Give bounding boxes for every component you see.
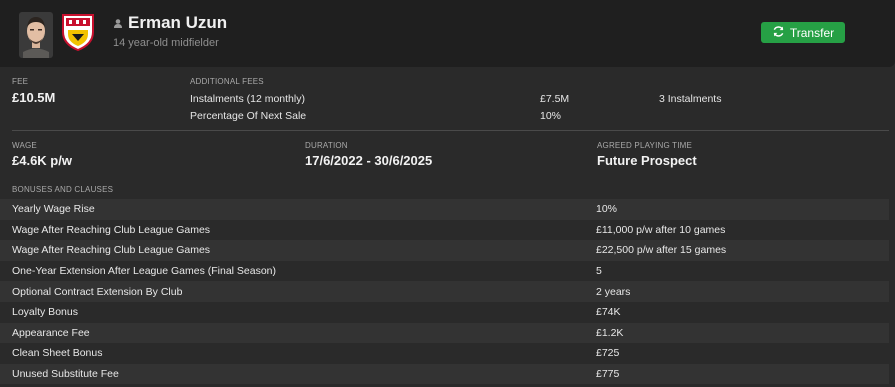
player-description: 14 year-old midfielder — [113, 37, 219, 49]
fee-value: £10.5M — [12, 90, 56, 105]
clause-name: One-Year Extension After League Games (F… — [12, 265, 277, 278]
clause-value: 2 years — [596, 285, 631, 298]
player-header: Erman Uzun 14 year-old midfielder Transf… — [0, 0, 895, 67]
table-row: Unused Substitute Fee £775 — [0, 363, 889, 385]
table-row: Clean Sheet Bonus £725 — [0, 343, 889, 364]
additional-fee-name: Percentage Of Next Sale — [190, 110, 307, 122]
additional-fee-amount: 10% — [540, 110, 562, 122]
bonuses-label: BONUSES AND CLAUSES — [12, 185, 114, 194]
table-row: Wage After Reaching Club League Games £22… — [0, 240, 889, 261]
refresh-icon — [772, 25, 785, 41]
clause-name: Optional Contract Extension By Club — [12, 285, 183, 298]
additional-fee-amount: £7.5M — [540, 93, 570, 105]
duration-label: DURATION — [305, 141, 348, 150]
agreed-playing-time-value: Future Prospect — [597, 153, 697, 168]
club-crest-icon — [60, 12, 96, 52]
clause-name: Unused Substitute Fee — [12, 368, 119, 381]
wage-value: £4.6K p/w — [12, 153, 72, 168]
clause-name: Wage After Reaching Club League Games — [12, 223, 211, 236]
table-row: Loyalty Bonus £74K — [0, 301, 889, 323]
additional-fees-label: ADDITIONAL FEES — [190, 77, 264, 86]
additional-fee-note: 3 Instalments — [659, 93, 722, 105]
clause-value: £74K — [596, 306, 621, 319]
table-row: Yearly Wage Rise 10% — [0, 199, 889, 220]
clause-value: £11,000 p/w after 10 games — [596, 223, 726, 236]
player-face-image — [19, 12, 53, 58]
clause-value: £22,500 p/w after 15 games — [596, 244, 727, 257]
player-name[interactable]: Erman Uzun — [128, 13, 227, 33]
table-row: Appearance Fee £1.2K — [0, 322, 889, 344]
person-icon — [113, 18, 123, 28]
clause-name: Clean Sheet Bonus — [12, 347, 103, 360]
bonuses-table: Yearly Wage Rise 10% Wage After Reaching … — [0, 199, 889, 385]
clause-value: £1.2K — [596, 326, 624, 339]
clause-name: Yearly Wage Rise — [12, 203, 95, 216]
clause-name: Wage After Reaching Club League Games — [12, 244, 211, 257]
transfer-button-label: Transfer — [789, 25, 835, 40]
table-row: One-Year Extension After League Games (F… — [0, 260, 889, 282]
clause-value: £725 — [596, 347, 620, 360]
clause-value: £775 — [596, 368, 620, 381]
clause-name: Loyalty Bonus — [12, 306, 78, 319]
additional-fee-name: Instalments (12 monthly) — [190, 93, 305, 105]
wage-label: WAGE — [12, 141, 37, 150]
duration-value: 17/6/2022 - 30/6/2025 — [305, 153, 433, 168]
transfer-button[interactable]: Transfer — [761, 22, 845, 43]
divider — [12, 130, 889, 131]
table-row: Wage After Reaching Club League Games £11… — [0, 219, 889, 241]
agreed-playing-time-label: AGREED PLAYING TIME — [597, 141, 693, 150]
table-row: Optional Contract Extension By Club 2 yea… — [0, 281, 889, 302]
fee-label: FEE — [12, 77, 29, 86]
clause-value: 10% — [596, 203, 618, 216]
clause-name: Appearance Fee — [12, 326, 90, 339]
clause-value: 5 — [596, 265, 602, 278]
